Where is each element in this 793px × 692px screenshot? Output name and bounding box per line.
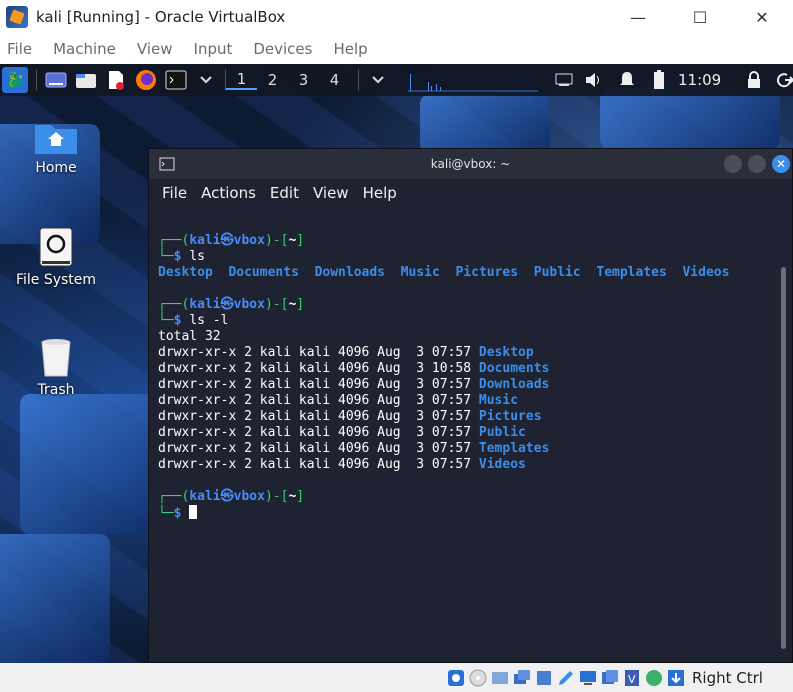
kali-menu-icon[interactable]: 🐉 — [2, 67, 28, 93]
chevron-down-icon[interactable] — [367, 69, 389, 91]
desktop-icon-label: File System — [15, 272, 97, 288]
terminal-menu-actions[interactable]: Actions — [201, 184, 256, 202]
terminal-output[interactable]: ┌──(kali㉿vbox)-[~] └─$ ls Desktop Docume… — [149, 217, 779, 662]
terminal-icon[interactable] — [165, 69, 187, 91]
drive-icon — [39, 227, 73, 267]
prompt-line: ┌──(kali㉿vbox)-[~] — [158, 489, 305, 504]
terminal-titlebar[interactable]: kali@vbox: ~ ✕ — [149, 149, 792, 179]
terminal-menu-help[interactable]: Help — [363, 184, 397, 202]
terminal-minimize-button[interactable] — [724, 155, 742, 173]
terminal-maximize-button[interactable] — [748, 155, 766, 173]
vbox-menu-file[interactable]: File — [7, 40, 32, 58]
display-icon[interactable] — [578, 668, 598, 688]
terminal-menubar: File Actions Edit View Help — [149, 179, 792, 207]
vbox-menu-devices[interactable]: Devices — [253, 40, 312, 58]
workspace-1[interactable]: 1 — [226, 70, 257, 90]
ls-long-row: drwxr-xr-x 2 kali kali 4096 Aug 3 07:57 … — [158, 425, 526, 440]
total-line: total 32 — [158, 329, 221, 344]
chevron-down-icon[interactable] — [195, 69, 217, 91]
cpu-graph — [408, 74, 538, 92]
wallpaper-cube — [420, 94, 550, 154]
panel-separator — [36, 70, 37, 90]
vbox-menu-input[interactable]: Input — [194, 40, 233, 58]
desktop-icon-label: Trash — [37, 382, 75, 398]
prompt-line: ┌──(kali㉿vbox)-[~] — [158, 233, 305, 248]
virtualbox-app-icon — [6, 6, 28, 28]
audio-icon[interactable] — [490, 668, 510, 688]
text-cursor — [189, 505, 198, 519]
firefox-icon[interactable] — [135, 69, 157, 91]
ls-long-row: drwxr-xr-x 2 kali kali 4096 Aug 3 07:57 … — [158, 409, 542, 424]
window-controls: — ☐ ✕ — [607, 0, 793, 34]
maximize-button[interactable]: ☐ — [669, 0, 731, 34]
lock-icon[interactable] — [743, 69, 765, 91]
desktop-icon-trash[interactable]: Trash — [1, 336, 111, 398]
terminal-close-button[interactable]: ✕ — [772, 155, 790, 173]
optical-drive-icon[interactable] — [468, 668, 488, 688]
host-key-label: Right Ctrl — [692, 668, 763, 687]
panel-separator — [358, 70, 359, 90]
command-line: └─$ ls -l — [158, 313, 229, 328]
window-titlebar: kali [Running] - Oracle VirtualBox — ☐ ✕ — [0, 0, 793, 34]
ls-output-line: Desktop Documents Downloads Music Pictur… — [158, 265, 730, 280]
vbox-menu-view[interactable]: View — [137, 40, 173, 58]
minimize-button[interactable]: — — [607, 0, 669, 34]
desktop-icon-label: Home — [35, 160, 77, 176]
ls-long-row: drwxr-xr-x 2 kali kali 4096 Aug 3 07:57 … — [158, 377, 550, 392]
usb-icon[interactable] — [534, 668, 554, 688]
network-adapter-icon[interactable] — [512, 668, 532, 688]
vbox-menu-machine[interactable]: Machine — [53, 40, 116, 58]
workspace-4[interactable]: 4 — [319, 71, 350, 89]
terminal-menu-edit[interactable]: Edit — [270, 184, 299, 202]
globe-icon[interactable] — [644, 668, 664, 688]
ls-long-row: drwxr-xr-x 2 kali kali 4096 Aug 3 07:57 … — [158, 457, 526, 472]
mouse-integration-icon[interactable] — [666, 668, 686, 688]
show-desktop-icon[interactable] — [45, 69, 67, 91]
vbox-menubar: File Machine View Input Devices Help — [0, 34, 793, 64]
wallpaper-cube — [0, 534, 110, 663]
shared-folders-icon[interactable] — [556, 668, 576, 688]
terminal-window[interactable]: kali@vbox: ~ ✕ File Actions Edit View He… — [148, 148, 793, 663]
battery-icon[interactable] — [648, 69, 670, 91]
ls-long-row: drwxr-xr-x 2 kali kali 4096 Aug 3 07:57 … — [158, 441, 550, 456]
panel-clock[interactable]: 11:09 — [678, 71, 721, 89]
network-icon[interactable] — [553, 69, 575, 91]
vbox-status-bar: V Right Ctrl — [0, 663, 793, 692]
terminal-scrollbar[interactable] — [781, 267, 786, 649]
ls-long-row: drwxr-xr-x 2 kali kali 4096 Aug 3 10:58 … — [158, 361, 550, 376]
logout-icon[interactable] — [773, 69, 793, 91]
workspace-3[interactable]: 3 — [288, 71, 319, 89]
desktop-icon-home[interactable]: Home — [1, 120, 111, 176]
ls-long-row: drwxr-xr-x 2 kali kali 4096 Aug 3 07:57 … — [158, 393, 519, 408]
svg-text:V: V — [628, 673, 636, 686]
command-line[interactable]: └─$ — [158, 505, 779, 521]
notification-icon[interactable] — [616, 69, 638, 91]
wallpaper-cube — [600, 89, 780, 149]
text-editor-icon[interactable] — [105, 69, 127, 91]
trash-icon — [41, 339, 71, 377]
terminal-menu-view[interactable]: View — [313, 184, 349, 202]
workspace-2[interactable]: 2 — [257, 71, 288, 89]
vbox-menu-help[interactable]: Help — [333, 40, 367, 58]
video-capture-icon[interactable] — [600, 668, 620, 688]
guest-screen[interactable]: 🐉 1 2 3 4 11:09 Home File System Trash k… — [0, 64, 793, 663]
close-button[interactable]: ✕ — [731, 0, 793, 34]
command-line: └─$ ls — [158, 249, 205, 264]
prompt-line: ┌──(kali㉿vbox)-[~] — [158, 297, 305, 312]
ls-long-row: drwxr-xr-x 2 kali kali 4096 Aug 3 07:57 … — [158, 345, 534, 360]
terminal-menu-file[interactable]: File — [162, 184, 187, 202]
virtualization-icon[interactable]: V — [622, 668, 642, 688]
xfce-top-panel: 🐉 1 2 3 4 11:09 — [0, 64, 793, 96]
file-manager-icon[interactable] — [75, 69, 97, 91]
desktop-icon-file-system[interactable]: File System — [1, 226, 111, 288]
terminal-title: kali@vbox: ~ — [430, 157, 511, 171]
home-folder-icon — [35, 125, 77, 154]
storage-icon[interactable] — [446, 668, 466, 688]
window-title: kali [Running] - Oracle VirtualBox — [36, 8, 286, 26]
volume-icon[interactable] — [582, 69, 604, 91]
